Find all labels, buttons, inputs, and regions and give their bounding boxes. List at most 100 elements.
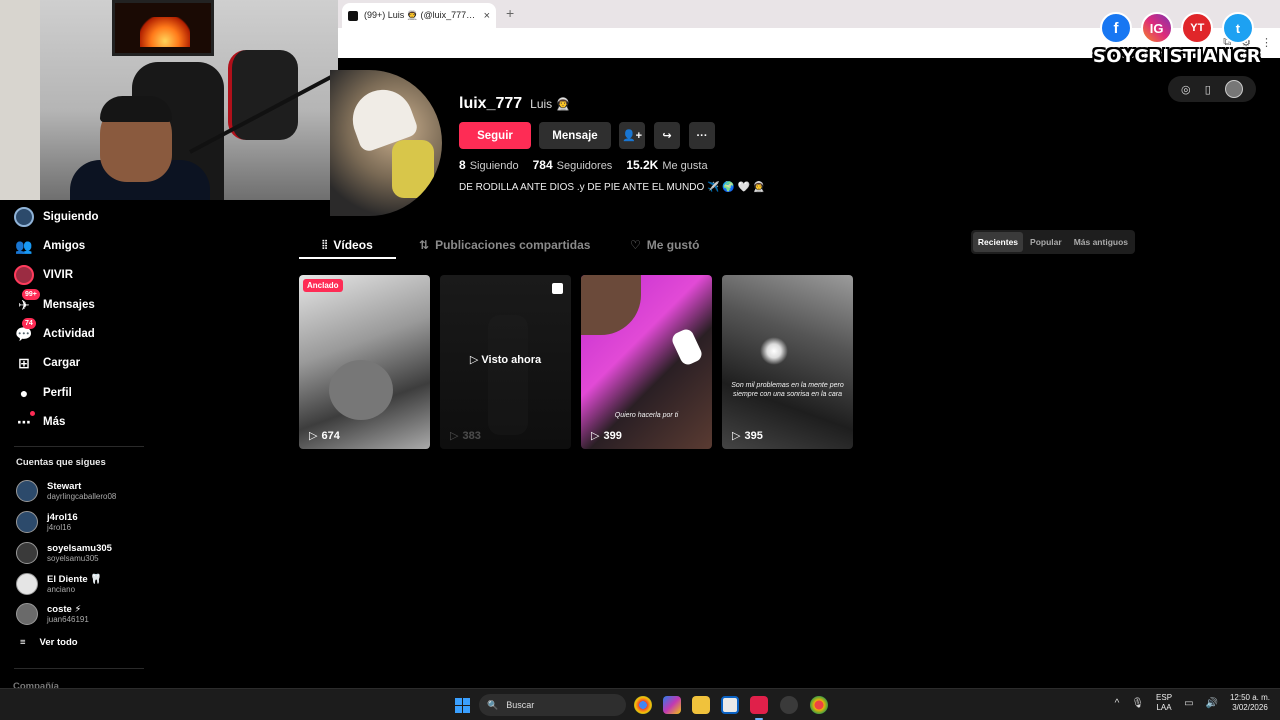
discord-icon[interactable] bbox=[780, 696, 798, 714]
streamer-branding: f IG YT t SOYCRISTIANCR bbox=[1092, 12, 1262, 67]
sort-popular[interactable]: Popular bbox=[1025, 232, 1067, 252]
following-avatar-icon bbox=[14, 207, 34, 227]
microphone-icon[interactable]: 🎙 bbox=[1131, 698, 1144, 709]
photo-icon bbox=[552, 283, 563, 294]
video-card[interactable]: Son mil problemas en la mente pero siemp… bbox=[722, 275, 853, 449]
social-icons: f IG YT t bbox=[1092, 12, 1262, 44]
share-icon[interactable]: ↪ bbox=[654, 122, 680, 149]
tab-liked[interactable]: ♡ Me gustó bbox=[630, 232, 699, 258]
brand-name: SOYCRISTIANCR bbox=[1092, 46, 1262, 67]
followed-account[interactable]: coste ⚡ juan646191 bbox=[16, 601, 89, 627]
view-count: ▷ 395 bbox=[732, 429, 763, 443]
compass-icon[interactable]: ◎ bbox=[1181, 83, 1191, 96]
language-indicator[interactable]: ESP LAA bbox=[1156, 693, 1172, 713]
view-count: ▷ 399 bbox=[591, 429, 622, 443]
account-handle: juan646191 bbox=[47, 614, 89, 624]
see-all-button[interactable]: ≡ Ver todo bbox=[20, 637, 78, 648]
tab-videos[interactable]: ⦙⦙ Vídeos bbox=[322, 232, 373, 258]
sidebar-item-label: Amigos bbox=[43, 240, 86, 252]
sort-recent[interactable]: Recientes bbox=[972, 232, 1024, 252]
friends-icon: 👥 bbox=[15, 237, 33, 254]
sidebar-item-activity[interactable]: 💬 74 Actividad bbox=[14, 318, 95, 346]
upload-icon: ⊞ bbox=[18, 354, 30, 371]
account-handle: soyelsamu305 bbox=[47, 553, 99, 563]
new-tab-button[interactable]: + bbox=[506, 5, 514, 21]
sidebar-item-profile[interactable]: ● Perfil bbox=[14, 381, 72, 405]
stat-following[interactable]: 8 Siguiendo bbox=[459, 158, 519, 172]
browser-tab[interactable]: (99+) Luis 👨‍🚀 (@luix_777) | TikTok × bbox=[342, 3, 496, 28]
store-icon[interactable] bbox=[721, 696, 739, 714]
sidebar-item-more[interactable]: ⋯ Más bbox=[14, 410, 65, 434]
menu-kebab-icon[interactable]: ⋮ bbox=[1261, 36, 1272, 49]
phone-icon[interactable]: ▯ bbox=[1205, 83, 1211, 96]
add-friend-icon[interactable]: 👤+ bbox=[619, 122, 645, 149]
following-section-title: Cuentas que sigues bbox=[16, 457, 106, 468]
grid-icon: ⦙⦙ bbox=[322, 237, 328, 252]
clock[interactable]: 12:50 a. m. 3/02/2026 bbox=[1230, 693, 1270, 713]
cam-fireplace-tv bbox=[112, 0, 214, 56]
video-card[interactable]: ▷ Visto ahora ▷ 383 bbox=[440, 275, 571, 449]
followed-account[interactable]: j4rol16 j4rol16 bbox=[16, 509, 78, 535]
account-name: coste ⚡ bbox=[47, 603, 82, 615]
active-tab-underline bbox=[299, 257, 396, 259]
copilot-icon[interactable] bbox=[663, 696, 681, 714]
tab-close-icon[interactable]: × bbox=[484, 10, 490, 22]
user-avatar[interactable] bbox=[1224, 80, 1243, 98]
account-name: El Diente 🦷 bbox=[47, 573, 103, 585]
tiktok-favicon-icon bbox=[348, 10, 358, 21]
stat-followers[interactable]: 784 Seguidores bbox=[533, 158, 613, 172]
account-name: soyelsamu305 bbox=[47, 542, 112, 554]
view-count: ▷ 383 bbox=[450, 429, 481, 443]
tab-title: (99+) Luis 👨‍🚀 (@luix_777) | TikTok bbox=[364, 10, 478, 20]
account-name: Stewart bbox=[47, 480, 82, 492]
tab-label: Me gustó bbox=[646, 238, 700, 252]
volume-icon[interactable]: 🔊 bbox=[1206, 698, 1218, 709]
sidebar-item-live[interactable]: VIVIR bbox=[14, 263, 73, 287]
sidebar-item-upload[interactable]: ⊞ Cargar bbox=[14, 351, 80, 375]
more-options-icon[interactable]: ··· bbox=[689, 122, 715, 149]
follow-button[interactable]: Seguir bbox=[459, 122, 531, 149]
live-icon bbox=[14, 265, 34, 285]
search-placeholder: Buscar bbox=[506, 700, 535, 710]
windows-start-icon[interactable] bbox=[455, 698, 470, 713]
sidebar-item-following[interactable]: Siguiendo bbox=[14, 205, 99, 229]
sidebar-divider bbox=[14, 668, 144, 669]
view-count: ▷ 674 bbox=[309, 429, 340, 443]
followed-account[interactable]: soyelsamu305 soyelsamu305 bbox=[16, 540, 112, 566]
followed-account[interactable]: El Diente 🦷 anciano bbox=[16, 571, 102, 597]
sidebar-item-label: VIVIR bbox=[43, 269, 74, 281]
account-handle: j4rol16 bbox=[47, 522, 72, 532]
search-icon: 🔍 bbox=[487, 699, 499, 710]
chrome-alt-icon[interactable] bbox=[810, 696, 828, 714]
sidebar-item-label: Siguiendo bbox=[43, 211, 99, 223]
heart-icon: ♡ bbox=[630, 238, 641, 252]
instagram-icon: IG bbox=[1140, 12, 1173, 44]
twitter-icon: t bbox=[1221, 12, 1254, 44]
chevron-up-icon[interactable]: ^ bbox=[1115, 698, 1120, 709]
chrome-icon[interactable] bbox=[634, 696, 652, 714]
network-icon[interactable]: ▭ bbox=[1184, 698, 1193, 709]
tiktok-app-icon[interactable] bbox=[750, 696, 768, 720]
video-caption: Son mil problemas en la mente pero siemp… bbox=[731, 382, 844, 398]
profile-icon: ● bbox=[19, 385, 29, 401]
followed-account[interactable]: Stewart dayrlingcaballero08 bbox=[16, 478, 116, 504]
sidebar: Siguiendo 👥 Amigos VIVIR ✈ 99+ Mensajes … bbox=[0, 200, 165, 692]
account-avatar bbox=[16, 573, 38, 595]
profile-name-row: luix_777 Luis 👨‍🚀 bbox=[459, 95, 570, 113]
sidebar-item-messages[interactable]: ✈ 99+ Mensajes bbox=[14, 289, 95, 317]
account-avatar bbox=[16, 542, 38, 564]
video-card[interactable]: Anclado ▷ 674 bbox=[299, 275, 430, 449]
message-button[interactable]: Mensaje bbox=[539, 122, 611, 149]
sidebar-item-label: Perfil bbox=[43, 387, 72, 399]
pinned-badge: Anclado bbox=[303, 279, 343, 292]
taskbar-search[interactable]: 🔍 Buscar bbox=[479, 694, 626, 716]
sort-oldest[interactable]: Más antiguos bbox=[1069, 232, 1133, 252]
sidebar-item-friends[interactable]: 👥 Amigos bbox=[14, 234, 85, 258]
file-explorer-icon[interactable] bbox=[692, 696, 710, 714]
activity-icon: 💬 74 bbox=[14, 318, 36, 344]
video-card[interactable]: Quiero hacerla por ti ▷ 399 bbox=[581, 275, 712, 449]
more-icon: ⋯ bbox=[14, 411, 35, 432]
tab-reposts[interactable]: ⇅ Publicaciones compartidas bbox=[419, 232, 590, 258]
profile-avatar[interactable] bbox=[330, 70, 442, 216]
webcam-overlay bbox=[0, 0, 338, 200]
